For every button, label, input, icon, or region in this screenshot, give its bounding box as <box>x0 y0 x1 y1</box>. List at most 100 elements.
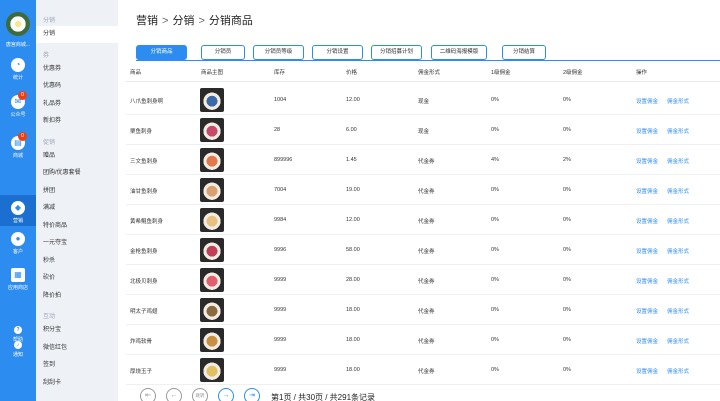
breadcrumb-item[interactable]: 分销 <box>172 15 194 27</box>
rail-item-5[interactable]: ▦ 应用商店 <box>0 262 36 293</box>
tab-6[interactable]: 分销结算 <box>502 45 546 60</box>
submenu-item[interactable]: 签到 <box>36 357 118 374</box>
cell-price: 1.45 <box>346 157 357 163</box>
cell-price: 28.00 <box>346 277 360 283</box>
column-header: 操作 <box>636 70 648 76</box>
submenu-item[interactable]: 降价拍 <box>36 288 118 305</box>
commission-type-link[interactable]: 佣金形式 <box>667 337 689 345</box>
cell-type: 代金券 <box>418 159 435 165</box>
cell-stock: 1004 <box>274 97 287 103</box>
cell-type: 代金券 <box>418 339 435 345</box>
commission-type-link[interactable]: 佣金形式 <box>667 367 689 375</box>
breadcrumb-item[interactable]: 营销 <box>136 15 158 27</box>
commission-type-link[interactable]: 佣金形式 <box>667 217 689 225</box>
product-thumbnail[interactable] <box>200 178 224 202</box>
rail-item-4[interactable]: ● 客户 <box>0 226 36 257</box>
tab-4[interactable]: 分销招募计划 <box>371 45 422 60</box>
breadcrumb: 营销 > 分销 > 分销商品 <box>136 12 257 28</box>
commission-type-link[interactable]: 佣金形式 <box>667 187 689 195</box>
submenu-item[interactable]: 一元夺宝 <box>36 235 118 252</box>
submenu-item[interactable]: 积分宝 <box>36 322 118 339</box>
rail-item-3[interactable]: ◆ 营销 <box>0 195 36 226</box>
set-commission-link[interactable]: 设置佣金 <box>636 217 658 225</box>
cell-l1: 0% <box>491 277 499 283</box>
tab-3[interactable]: 分销设置 <box>312 45 363 60</box>
product-thumbnail[interactable] <box>200 268 224 292</box>
submenu-item[interactable]: 礼品券 <box>36 96 118 113</box>
product-thumbnail[interactable] <box>200 88 224 112</box>
product-thumbnail[interactable] <box>200 118 224 142</box>
rail-item-1[interactable]: ✉ 公众号 0 <box>0 89 36 120</box>
submenu-group-title: 互动 <box>43 314 56 320</box>
submenu-item[interactable]: 秒杀 <box>36 253 118 270</box>
submenu-item[interactable]: 微信红包 <box>36 340 118 357</box>
product-thumbnail[interactable] <box>200 328 224 352</box>
commission-type-link[interactable]: 佣金形式 <box>667 277 689 285</box>
prev-page-button[interactable]: ← <box>166 388 182 401</box>
column-header: 库存 <box>274 70 286 76</box>
submenu-item[interactable]: 砍价 <box>36 270 118 287</box>
breadcrumb-separator: > <box>162 15 169 27</box>
rail-item-label: 公众号 <box>10 112 26 118</box>
submenu-item[interactable]: 拼团 <box>36 183 118 200</box>
column-header: 商品主图 <box>201 70 224 76</box>
last-page-button[interactable]: ⇥ <box>244 388 260 401</box>
cell-stock: 9999 <box>274 277 287 283</box>
tag-icon: ◆ <box>11 201 25 215</box>
cell-type: 代金券 <box>418 249 435 255</box>
commission-type-link[interactable]: 佣金形式 <box>667 127 689 135</box>
submenu-item[interactable]: 特价商品 <box>36 218 118 235</box>
rail-item-0[interactable]: ◔ 统计 <box>0 52 36 83</box>
submenu-item[interactable]: 赠品 <box>36 148 118 165</box>
commission-type-link[interactable]: 佣金形式 <box>667 97 689 105</box>
submenu-item[interactable]: 刮刮卡 <box>36 375 118 392</box>
first-page-button[interactable]: ⇤ <box>140 388 156 401</box>
submenu-item[interactable]: 满减 <box>36 200 118 217</box>
set-commission-link[interactable]: 设置佣金 <box>636 307 658 315</box>
commission-type-link[interactable]: 佣金形式 <box>667 247 689 255</box>
tab-5[interactable]: 二维码海报模版 <box>431 45 487 60</box>
submenu-item[interactable]: 团购/优惠套餐 <box>36 165 118 182</box>
rail-item-label: 客户 <box>12 249 23 255</box>
submenu-item[interactable]: 优惠码 <box>36 78 118 95</box>
bell-icon: ♪ <box>14 341 22 349</box>
product-thumbnail[interactable] <box>200 208 224 232</box>
set-commission-link[interactable]: 设置佣金 <box>636 277 658 285</box>
set-commission-link[interactable]: 设置佣金 <box>636 367 658 375</box>
cell-l2: 0% <box>563 367 571 373</box>
commission-type-link[interactable]: 佣金形式 <box>667 157 689 165</box>
next-page-button[interactable]: → <box>218 388 234 401</box>
cell-name: 黄希鲲鱼刺身 <box>130 219 164 225</box>
cell-l2: 0% <box>563 277 571 283</box>
set-commission-link[interactable]: 设置佣金 <box>636 337 658 345</box>
rail-item-label: 统计 <box>12 75 23 81</box>
cell-l1: 0% <box>491 337 499 343</box>
tab-underline <box>136 60 720 61</box>
submenu-item[interactable]: 新扣券 <box>36 113 118 130</box>
submenu-item[interactable]: 分销 <box>36 26 118 43</box>
submenu-group-title: 促销 <box>43 139 56 146</box>
cell-l1: 0% <box>491 127 499 133</box>
set-commission-link[interactable]: 设置佣金 <box>636 247 658 255</box>
commission-type-link[interactable]: 佣金形式 <box>667 307 689 315</box>
product-thumbnail[interactable] <box>200 358 224 382</box>
tab-1[interactable]: 分销员 <box>201 45 245 60</box>
cell-type: 代金券 <box>418 369 435 375</box>
product-thumbnail[interactable] <box>200 298 224 322</box>
set-commission-link[interactable]: 设置佣金 <box>636 127 658 135</box>
set-commission-link[interactable]: 设置佣金 <box>636 187 658 195</box>
notify-link[interactable]: ♪ 通知 <box>0 341 36 358</box>
table-row: 黄希鲲鱼刺身 9984 12.00 代金券 0% 0% 设置佣金 佣金形式 <box>126 205 720 235</box>
set-commission-link[interactable]: 设置佣金 <box>636 97 658 105</box>
store-logo[interactable] <box>6 12 30 36</box>
tab-0[interactable]: 分销商品 <box>136 45 187 60</box>
product-thumbnail[interactable] <box>200 238 224 262</box>
tab-2[interactable]: 分销员等级 <box>253 45 304 60</box>
rail-item-2[interactable]: ▤ 商城 0 <box>0 130 36 161</box>
set-commission-link[interactable]: 设置佣金 <box>636 157 658 165</box>
jump-page-button[interactable]: 跳转 <box>192 388 208 401</box>
submenu-item[interactable]: 优惠券 <box>36 61 118 78</box>
breadcrumb-separator: > <box>198 15 205 27</box>
product-thumbnail[interactable] <box>200 148 224 172</box>
cell-stock: 7004 <box>274 187 287 193</box>
